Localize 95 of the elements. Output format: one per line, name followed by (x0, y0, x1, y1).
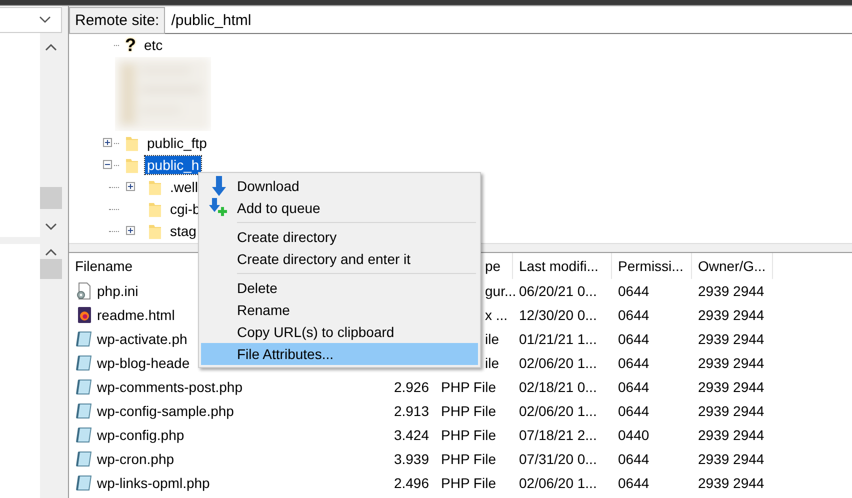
expand-icon[interactable] (126, 182, 136, 192)
permissions: 0644 (618, 379, 650, 395)
last-modified: 12/30/20 0... (519, 307, 597, 323)
owner-group: 2939 2944 (698, 283, 764, 299)
last-modified: 01/21/21 1... (519, 331, 597, 347)
file-size: 3.424 (394, 427, 429, 443)
last-modified: 02/18/21 0... (519, 379, 597, 395)
column-header[interactable]: Owner/G... (692, 253, 773, 279)
permissions: 0644 (618, 403, 650, 419)
file-name[interactable]: wp-blog-heade (97, 355, 190, 371)
tree-item[interactable]: stag (168, 222, 198, 240)
permissions: 0440 (618, 427, 650, 443)
file-name[interactable]: wp-comments-post.php (97, 379, 243, 395)
menu-item[interactable]: File Attributes... (201, 343, 478, 365)
last-modified: 02/06/20 1... (519, 403, 597, 419)
script-file-icon (75, 378, 93, 396)
permissions: 0644 (618, 331, 650, 347)
owner-group: 2939 2944 (698, 355, 764, 371)
script-file-icon (75, 426, 93, 444)
owner-group: 2939 2944 (698, 475, 764, 491)
file-name[interactable]: wp-config-sample.php (97, 403, 234, 419)
file-type: PHP File (441, 475, 496, 491)
collapse-icon[interactable] (103, 160, 113, 170)
file-name[interactable]: php.ini (97, 283, 138, 299)
script-file-icon (75, 474, 93, 492)
tree-item[interactable]: etc (142, 36, 165, 54)
scroll-up-icon[interactable] (45, 248, 57, 256)
folder-icon (125, 156, 139, 174)
last-modified: 02/06/20 1... (519, 475, 597, 491)
file-type: ile (485, 355, 500, 371)
question-mark-icon: ? (125, 36, 136, 54)
menu-item[interactable]: Create directory (201, 226, 478, 248)
last-modified: 06/20/21 0... (519, 283, 597, 299)
file-type: PHP File (441, 403, 496, 419)
menu-item[interactable]: Download (201, 175, 478, 197)
menu-item[interactable]: Add to queue (201, 197, 478, 219)
file-type: gur... (485, 283, 516, 299)
scroll-thumb[interactable] (40, 259, 62, 279)
column-header[interactable]: Permissi... (612, 253, 692, 279)
column-header[interactable]: Last modifi... (513, 253, 612, 279)
file-name[interactable]: wp-config.php (97, 427, 184, 443)
file-name[interactable]: readme.html (97, 307, 175, 323)
download-arrow-icon (212, 176, 226, 196)
owner-group: 2939 2944 (698, 379, 764, 395)
last-modified: 07/18/21 2... (519, 427, 597, 443)
scroll-up-icon[interactable] (45, 43, 57, 51)
script-file-icon (75, 402, 93, 420)
permissions: 0644 (618, 451, 650, 467)
download-add-icon (209, 198, 229, 218)
remote-site-label: Remote site: (69, 7, 166, 34)
expand-icon[interactable] (126, 226, 136, 236)
file-type: ile (485, 331, 500, 347)
menu-item[interactable]: Rename (201, 299, 478, 321)
folder-icon (148, 200, 162, 218)
owner-group: 2939 2944 (698, 403, 764, 419)
file-name[interactable]: wp-cron.php (97, 451, 174, 467)
permissions: 0644 (618, 307, 650, 323)
last-modified: 02/06/20 1... (519, 355, 597, 371)
scroll-down-icon[interactable] (45, 223, 57, 231)
file-type: PHP File (441, 451, 496, 467)
owner-group: 2939 2944 (698, 451, 764, 467)
script-file-icon (75, 450, 93, 468)
expand-icon[interactable] (103, 138, 113, 148)
tree-item[interactable]: .well (168, 178, 200, 196)
file-type: PHP File (441, 427, 496, 443)
file-size: 2.496 (394, 475, 429, 491)
browser-file-icon (75, 306, 93, 324)
last-modified: 07/31/20 0... (519, 451, 597, 467)
settings-file-icon (75, 282, 93, 300)
tree-item[interactable]: public_ftp (145, 134, 209, 152)
script-file-icon (75, 330, 93, 348)
file-size: 2.913 (394, 403, 429, 419)
remote-path-field[interactable]: /public_html (165, 7, 852, 34)
menu-item[interactable]: Create directory and enter it (201, 248, 478, 270)
folder-icon (148, 222, 162, 240)
file-type: x ... (485, 307, 508, 323)
owner-group: 2939 2944 (698, 427, 764, 443)
file-name[interactable]: wp-links-opml.php (97, 475, 210, 491)
scroll-thumb[interactable] (40, 187, 62, 209)
menu-item[interactable]: Delete (201, 277, 478, 299)
folder-icon (125, 134, 139, 152)
owner-group: 2939 2944 (698, 307, 764, 323)
permissions: 0644 (618, 475, 650, 491)
menu-item[interactable]: Copy URL(s) to clipboard (201, 321, 478, 343)
folder-icon (148, 178, 162, 196)
file-size: 2.926 (394, 379, 429, 395)
dropdown-chevron-icon (39, 16, 51, 24)
file-name[interactable]: wp-activate.ph (97, 331, 188, 347)
tree-item[interactable]: public_h (145, 156, 202, 174)
permissions: 0644 (618, 283, 650, 299)
permissions: 0644 (618, 355, 650, 371)
owner-group: 2939 2944 (698, 331, 764, 347)
file-type: PHP File (441, 379, 496, 395)
file-size: 3.939 (394, 451, 429, 467)
script-file-icon (75, 354, 93, 372)
